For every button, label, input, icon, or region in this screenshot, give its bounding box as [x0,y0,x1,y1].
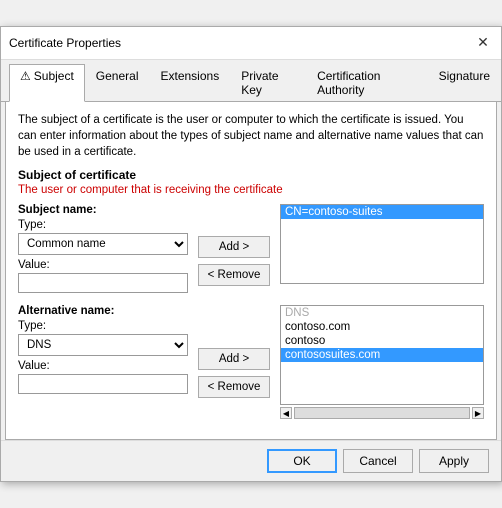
scroll-right-arrow[interactable]: ▶ [472,407,484,419]
tab-signature[interactable]: Signature [428,64,501,101]
alt-type-select[interactable]: DNS Email UPN URL IP address [18,334,188,356]
apply-button[interactable]: Apply [419,449,489,473]
subject-list[interactable]: CN=contoso-suites [280,204,484,284]
scroll-left-arrow[interactable]: ◀ [280,407,292,419]
tab-bar: ⚠Subject General Extensions Private Key … [1,60,501,102]
subject-type-label: Type: [18,219,188,231]
certificate-properties-dialog: Certificate Properties ✕ ⚠Subject Genera… [0,26,502,482]
alt-list-item-1[interactable]: contoso.com [281,320,483,334]
tab-subject[interactable]: ⚠Subject [9,64,85,102]
section-sub: The user or computer that is receiving t… [18,184,484,196]
tab-private-key[interactable]: Private Key [230,64,306,101]
subject-value-label: Value: [18,259,188,271]
alt-add-button[interactable]: Add > [198,348,270,370]
subject-list-item[interactable]: CN=contoso-suites [281,205,483,219]
cancel-button[interactable]: Cancel [343,449,413,473]
alt-list-item-2[interactable]: contoso [281,334,483,348]
tab-content: The subject of a certificate is the user… [5,102,497,440]
alt-remove-button[interactable]: < Remove [198,376,270,398]
alt-middle: Add > < Remove [194,305,274,421]
dialog-title: Certificate Properties [9,36,121,50]
alt-name-group-label: Alternative name: [18,305,188,317]
close-button[interactable]: ✕ [473,33,493,53]
subject-type-group: Type: Common name Organization Organizat… [18,219,188,255]
subject-add-button[interactable]: Add > [198,236,270,258]
subject-value-group: Value: [18,259,188,293]
subject-right: CN=contoso-suites [280,204,484,297]
alt-value-group: Value: [18,360,188,394]
section-title: Subject of certificate [18,168,484,182]
alt-type-label: Type: [18,320,188,332]
tab-cert-authority[interactable]: Certification Authority [306,64,428,101]
alt-type-group: Type: DNS Email UPN URL IP address [18,320,188,356]
scrollbar-row: ◀ ▶ [280,405,484,421]
alt-name-panel: Alternative name: Type: DNS Email UPN UR… [18,305,484,421]
subject-middle: Add > < Remove [194,204,274,297]
alt-list-header: DNS [281,306,483,320]
dialog-footer: OK Cancel Apply [1,440,501,481]
alt-list-item-3[interactable]: contososuites.com [281,348,483,362]
title-bar: Certificate Properties ✕ [1,27,501,60]
subject-name-panel: Subject name: Type: Common name Organiza… [18,204,484,297]
warning-icon: ⚠ [20,69,31,83]
description-text: The subject of a certificate is the user… [18,112,484,160]
subject-remove-button[interactable]: < Remove [198,264,270,286]
alt-value-input[interactable] [18,374,188,394]
subject-value-input[interactable] [18,273,188,293]
alt-left: Alternative name: Type: DNS Email UPN UR… [18,305,188,421]
alt-value-label: Value: [18,360,188,372]
scroll-track[interactable] [294,407,470,419]
subject-name-group-label: Subject name: [18,204,188,216]
ok-button[interactable]: OK [267,449,337,473]
subject-type-select[interactable]: Common name Organization Organizational … [18,233,188,255]
subject-left: Subject name: Type: Common name Organiza… [18,204,188,297]
tab-general[interactable]: General [85,64,150,101]
alt-right: DNS contoso.com contoso contososuites.co… [280,305,484,421]
title-bar-left: Certificate Properties [9,36,121,50]
alt-list[interactable]: DNS contoso.com contoso contososuites.co… [280,305,484,405]
tab-extensions[interactable]: Extensions [150,64,231,101]
